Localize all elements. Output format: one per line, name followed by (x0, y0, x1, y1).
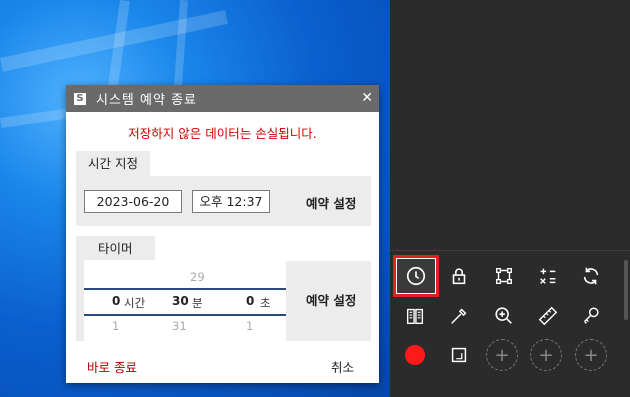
picker-bottom-line (84, 314, 286, 316)
calculator-tool[interactable] (528, 256, 568, 296)
add-tool-slot[interactable]: + (482, 335, 522, 375)
scheduled-shutdown-dialog: S 시스템 예약 종료 ✕ 저장하지 않은 데이터는 손실됩니다. 시간 지정 … (66, 85, 379, 383)
hours-value[interactable]: 0 (112, 294, 120, 308)
refresh-tool[interactable] (571, 256, 611, 296)
time-specify-section: 2023-06-20 오후 12:37 예약 설정 (76, 176, 371, 226)
dialog-titlebar[interactable]: S 시스템 예약 종료 ✕ (66, 85, 379, 112)
lock-icon (452, 268, 466, 285)
data-loss-warning: 저장하지 않은 데이터는 손실됩니다. (128, 126, 317, 141)
zoom-tool[interactable] (484, 296, 524, 336)
timer-schedule-set-button[interactable]: 예약 설정 (306, 290, 356, 309)
ruler-tool[interactable] (528, 296, 568, 336)
quit-now-button[interactable]: 바로 종료 (87, 357, 137, 376)
hours-next[interactable]: 1 (112, 319, 119, 333)
zoom-in-icon (495, 307, 512, 324)
time-schedule-set-button[interactable]: 예약 설정 (306, 193, 356, 212)
add-tool-slot[interactable]: + (571, 335, 611, 375)
schedule-shutdown-tool[interactable] (393, 255, 439, 297)
close-button[interactable]: ✕ (361, 90, 373, 106)
minutes-value[interactable]: 30 (172, 294, 189, 308)
panel-scrollbar[interactable] (624, 260, 628, 320)
calculator-icon (540, 268, 556, 284)
seconds-next[interactable]: 1 (246, 319, 253, 333)
dictionary-tool[interactable] (395, 296, 435, 336)
add-tool-slot[interactable]: + (526, 335, 566, 375)
add-icon: + (575, 339, 607, 371)
picker-top-line (84, 288, 286, 290)
refresh-icon (583, 267, 599, 285)
time-field[interactable]: 오후 12:37 (192, 190, 270, 213)
screen-capture-icon (451, 347, 467, 363)
clock-icon (406, 266, 426, 286)
minutes-unit: 분 (192, 296, 203, 310)
book-icon (406, 308, 424, 325)
timer-picker[interactable]: 29 0 시간 30 분 0 초 1 31 1 (84, 260, 286, 342)
add-icon: + (530, 339, 562, 371)
eyedropper-tool[interactable] (439, 296, 479, 336)
ruler-icon (538, 306, 558, 326)
hours-unit: 시간 (124, 296, 146, 310)
cancel-button[interactable]: 취소 (331, 357, 354, 376)
seconds-value[interactable]: 0 (246, 294, 254, 308)
app-logo-icon: S (74, 92, 86, 105)
panel-divider (390, 250, 630, 251)
key-icon (584, 307, 599, 324)
key-tool[interactable] (571, 296, 611, 336)
dialog-title: 시스템 예약 종료 (96, 93, 197, 108)
record-icon (405, 345, 425, 365)
minutes-prev[interactable]: 29 (190, 270, 205, 284)
tab-time-specify[interactable]: 시간 지정 (76, 151, 150, 176)
minutes-next[interactable]: 31 (172, 319, 187, 333)
record-tool[interactable] (395, 335, 435, 375)
add-icon: + (486, 339, 518, 371)
eyedropper-icon (451, 308, 467, 324)
date-field[interactable]: 2023-06-20 (84, 190, 182, 213)
screen-capture-tool[interactable] (439, 335, 479, 375)
lock-tool[interactable] (439, 256, 479, 296)
crop-icon (496, 268, 512, 284)
crop-tool[interactable] (484, 256, 524, 296)
tab-timer[interactable]: 타이머 (76, 236, 155, 261)
seconds-unit: 초 (260, 296, 271, 310)
